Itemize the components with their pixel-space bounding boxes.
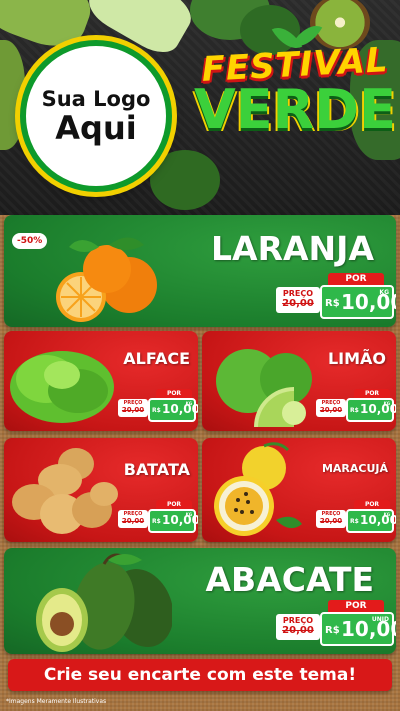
product-name: LIMÃO [327, 349, 386, 368]
price-value: 10,00 [162, 402, 198, 416]
logo-text-line1: Sua Logo [41, 87, 151, 111]
currency: R$ [350, 407, 359, 414]
product-card-limao[interactable]: LIMÃO POR PREÇO 20,00 R$ 10,00 KG [202, 331, 396, 431]
price-tag: POR PREÇO 20,00 R$ 10,00 UNID [276, 600, 396, 648]
price-value: 10,00 [360, 402, 396, 416]
passion-fruit-image [214, 442, 302, 536]
currency: R$ [325, 625, 340, 636]
greens-image [150, 150, 220, 210]
product-card-laranja[interactable]: -50% LARANJA POR PREÇO 20,00 R$ 10,00 KG [4, 215, 396, 327]
price-tag: POR PREÇO 20,00 R$ 10,00 KG [118, 389, 198, 423]
product-name: ABACATE [205, 560, 374, 599]
potato-image [12, 448, 118, 534]
price-unit: KG [383, 512, 390, 517]
disclaimer-text: *Imagens Meramente Ilustrativas [6, 698, 107, 705]
product-card-abacate[interactable]: ABACATE POR PREÇO 20,00 R$ 10,00 UNID [4, 548, 396, 654]
old-price-box: PREÇO 20,00 [276, 287, 320, 313]
por-label: POR [328, 273, 384, 285]
price-unit: KG [185, 401, 192, 406]
title-verde: VERDE [194, 78, 396, 141]
price-unit: KG [185, 512, 192, 517]
old-price-box: PREÇO 20,00 [118, 510, 148, 528]
price-unit: KG [379, 289, 389, 296]
currency: R$ [350, 518, 359, 525]
product-card-alface[interactable]: ALFACE POR PREÇO 20,00 R$ 10,00 KG [4, 331, 198, 431]
currency: R$ [152, 518, 161, 525]
por-label: POR [354, 389, 390, 398]
price-value: 10,00 [360, 513, 396, 527]
hero-banner: Sua Logo Aqui FESTIVAL VERDE [0, 0, 400, 215]
old-price: 20,00 [282, 298, 314, 309]
old-price: 20,00 [121, 406, 145, 414]
price-unit: UNID [371, 616, 389, 623]
new-price-box: R$ 10,00 KG [346, 509, 396, 533]
product-card-batata[interactable]: BATATA POR PREÇO 20,00 R$ 10,00 KG [4, 438, 198, 542]
old-price-box: PREÇO 20,00 [316, 510, 346, 528]
lettuce-image [10, 351, 114, 423]
price-tag: POR PREÇO 20,00 R$ 10,00 KG [316, 389, 396, 423]
old-price: 20,00 [319, 406, 343, 414]
price-value: 10,00 [162, 513, 198, 527]
new-price-box: R$ 10,00 KG [346, 398, 396, 422]
por-label: POR [156, 500, 192, 509]
cta-banner[interactable]: Crie seu encarte com este tema! [8, 659, 392, 691]
por-label: POR [156, 389, 192, 398]
price-tag: POR PREÇO 20,00 R$ 10,00 KG [118, 500, 198, 534]
product-name: LARANJA [211, 229, 374, 268]
new-price-box: R$ 10,00 KG [148, 398, 198, 422]
festival-title: FESTIVAL VERDE [190, 18, 400, 141]
currency: R$ [152, 407, 161, 414]
currency: R$ [325, 298, 340, 309]
old-price: 20,00 [319, 517, 343, 525]
old-price-box: PREÇO 20,00 [316, 399, 346, 417]
por-label: POR [354, 500, 390, 509]
por-label: POR [328, 600, 384, 612]
old-price-box: PREÇO 20,00 [118, 399, 148, 417]
discount-badge: -50% [12, 233, 48, 249]
preco-label: PREÇO [282, 289, 314, 298]
product-card-maracuja[interactable]: MARACUJÁ POR PREÇO 20,00 R$ 10,00 KG [202, 438, 396, 542]
old-price: 20,00 [121, 517, 145, 525]
logo-text-line2: Aqui [55, 109, 137, 147]
old-price-box: PREÇO 20,00 [276, 614, 320, 640]
new-price-box: R$ 10,00 KG [320, 285, 396, 319]
product-name: MARACUJÁ [321, 462, 388, 475]
product-name: ALFACE [123, 349, 190, 368]
new-price-box: R$ 10,00 KG [148, 509, 198, 533]
avocado-image [36, 553, 172, 652]
old-price: 20,00 [282, 625, 314, 636]
new-price-box: R$ 10,00 UNID [320, 612, 396, 646]
product-name: BATATA [123, 460, 190, 479]
price-tag: POR PREÇO 20,00 R$ 10,00 KG [316, 500, 396, 534]
store-logo[interactable]: Sua Logo Aqui [20, 40, 172, 192]
preco-label: PREÇO [282, 616, 314, 625]
price-tag: POR PREÇO 20,00 R$ 10,00 KG [276, 273, 396, 321]
price-unit: KG [383, 401, 390, 406]
lime-image [216, 349, 312, 427]
orange-image [56, 237, 157, 322]
